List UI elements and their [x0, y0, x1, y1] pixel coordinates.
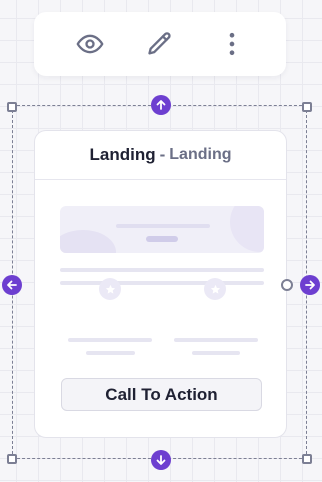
feature-text-placeholder	[68, 338, 152, 342]
preview-button[interactable]	[74, 28, 106, 60]
page-subtitle: Landing	[169, 146, 232, 163]
star-icon	[105, 284, 115, 294]
arrow-up-icon	[156, 100, 166, 110]
connect-handle-bottom[interactable]	[151, 450, 171, 470]
resize-handle-top-right[interactable]	[302, 102, 312, 112]
connect-handle-top[interactable]	[151, 95, 171, 115]
arrow-down-icon	[156, 455, 166, 465]
more-options-button[interactable]	[216, 28, 248, 60]
arrow-right-icon	[305, 280, 315, 290]
star-icon	[210, 284, 220, 294]
resize-handle-bottom-right[interactable]	[302, 454, 312, 464]
call-to-action-button[interactable]: Call To Action	[61, 378, 262, 411]
card-header: Landing - Landing	[35, 131, 286, 180]
feature-icon	[99, 278, 121, 300]
eye-icon	[76, 34, 104, 54]
arrow-left-icon	[7, 280, 17, 290]
edit-button[interactable]	[144, 28, 176, 60]
hero-shape	[60, 230, 116, 253]
feature-text-placeholder	[192, 351, 240, 355]
resize-handle-bottom-left[interactable]	[7, 454, 17, 464]
node-toolbar	[34, 12, 286, 76]
pencil-icon	[148, 32, 171, 55]
connection-port[interactable]	[281, 279, 293, 291]
more-vertical-icon	[229, 32, 235, 56]
resize-handle-top-left[interactable]	[7, 102, 17, 112]
feature-text-placeholder	[174, 338, 258, 342]
connect-handle-left[interactable]	[2, 275, 22, 295]
title-separator: -	[159, 145, 166, 164]
feature-icon	[204, 278, 226, 300]
hero-button-placeholder	[146, 236, 178, 242]
hero-placeholder	[60, 206, 264, 253]
text-line-placeholder	[60, 281, 264, 285]
page-title: Landing	[89, 145, 156, 164]
hero-text-placeholder	[116, 224, 210, 228]
hero-shape	[230, 206, 264, 252]
landing-page-card[interactable]: Landing - Landing Call To Action	[34, 130, 287, 438]
connect-handle-right[interactable]	[300, 275, 320, 295]
text-line-placeholder	[60, 268, 264, 272]
feature-text-placeholder	[86, 351, 135, 355]
